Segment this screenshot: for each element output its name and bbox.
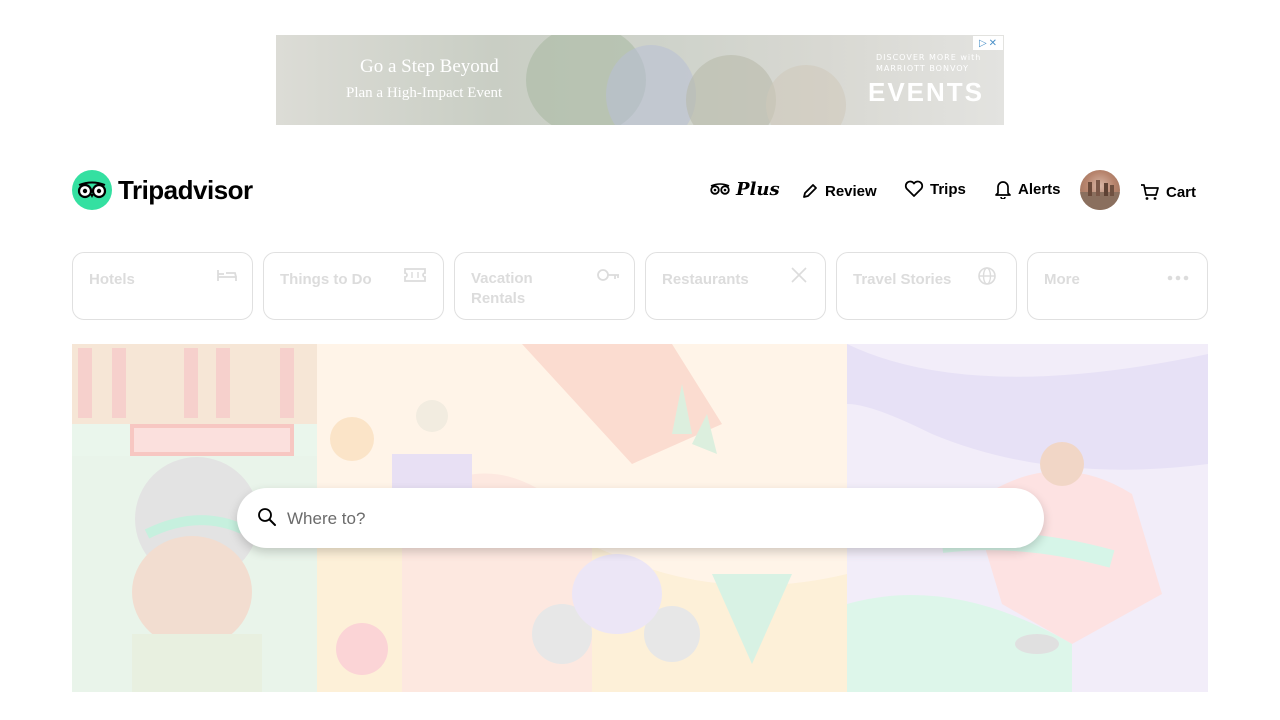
ad-brand-text: DISCOVER MORE with MARRIOTT BONVOY xyxy=(876,52,981,74)
nav-vacation-rentals-label[interactable]: Vacation Rentals xyxy=(471,269,533,309)
ad-close-icon[interactable]: ✕ xyxy=(989,38,997,49)
nav-vacation-line2: Rentals xyxy=(471,290,526,307)
site-logo[interactable]: Tripadvisor xyxy=(72,170,253,210)
review-button[interactable]: Review xyxy=(801,178,877,204)
ad-events-label[interactable]: EVENTS xyxy=(868,77,984,108)
ad-subline[interactable]: Plan a High-Impact Event xyxy=(346,85,502,102)
trips-button[interactable]: Trips xyxy=(904,176,966,202)
ad-brand-line1: DISCOVER MORE with xyxy=(876,53,982,62)
key-icon[interactable] xyxy=(596,266,622,284)
ad-info-icon[interactable]: ▷ xyxy=(979,38,987,49)
fork-knife-icon[interactable] xyxy=(789,266,809,284)
nav-restaurants[interactable]: Restaurants xyxy=(645,252,826,320)
avatar[interactable] xyxy=(1080,170,1120,210)
search-input[interactable] xyxy=(285,504,989,534)
nav-things-to-do[interactable]: Things to Do xyxy=(263,252,444,320)
plus-button[interactable]: Plus xyxy=(710,176,780,202)
nav-hotels-label[interactable]: Hotels xyxy=(89,270,135,290)
heart-icon xyxy=(904,180,924,197)
ad-headline[interactable]: Go a Step Beyond xyxy=(360,56,499,78)
ad-brand-line2: MARRIOTT BONVOY xyxy=(876,64,970,73)
ad-image-shape xyxy=(766,65,846,125)
bed-icon xyxy=(217,270,237,281)
cart-button[interactable]: Cart xyxy=(1140,179,1196,205)
nav-travel-stories-label[interactable]: Travel Stories xyxy=(853,270,951,290)
search-icon[interactable] xyxy=(257,507,277,527)
trips-label: Trips xyxy=(930,180,966,198)
logo-wordmark[interactable]: Tripadvisor xyxy=(118,175,253,206)
pencil-icon xyxy=(803,184,817,198)
nav-more-label[interactable]: More xyxy=(1044,270,1080,290)
avatar-image xyxy=(1080,180,1120,210)
cart-icon xyxy=(1141,184,1159,200)
nav-vacation-line1: Vacation xyxy=(471,270,533,287)
plus-label: Plus xyxy=(736,178,780,200)
bell-icon xyxy=(995,181,1011,199)
ticket-icon[interactable] xyxy=(403,266,427,284)
nav-travel-stories[interactable]: Travel Stories xyxy=(836,252,1017,320)
globe-icon[interactable] xyxy=(977,266,997,286)
nav-vacation-rentals[interactable]: Vacation Rentals xyxy=(454,252,635,320)
alerts-button[interactable]: Alerts xyxy=(994,176,1061,202)
alerts-label: Alerts xyxy=(1018,180,1061,198)
review-label: Review xyxy=(825,182,877,200)
nav-more[interactable]: More xyxy=(1027,252,1208,320)
owl-logo-icon[interactable] xyxy=(72,170,112,210)
nav-things-to-do-label[interactable]: Things to Do xyxy=(280,270,372,290)
ad-choices[interactable]: ▷ ✕ xyxy=(973,36,1003,50)
cart-label: Cart xyxy=(1166,183,1197,201)
ad-banner[interactable]: Go a Step Beyond Plan a High-Impact Even… xyxy=(276,35,1004,125)
search-bar[interactable] xyxy=(237,488,1044,548)
nav-restaurants-label[interactable]: Restaurants xyxy=(662,270,749,290)
owl-small-icon xyxy=(710,183,730,195)
nav-hotels[interactable]: Hotels xyxy=(72,252,253,320)
ad-image-shape xyxy=(686,55,776,125)
more-dots-icon[interactable] xyxy=(1167,275,1189,281)
